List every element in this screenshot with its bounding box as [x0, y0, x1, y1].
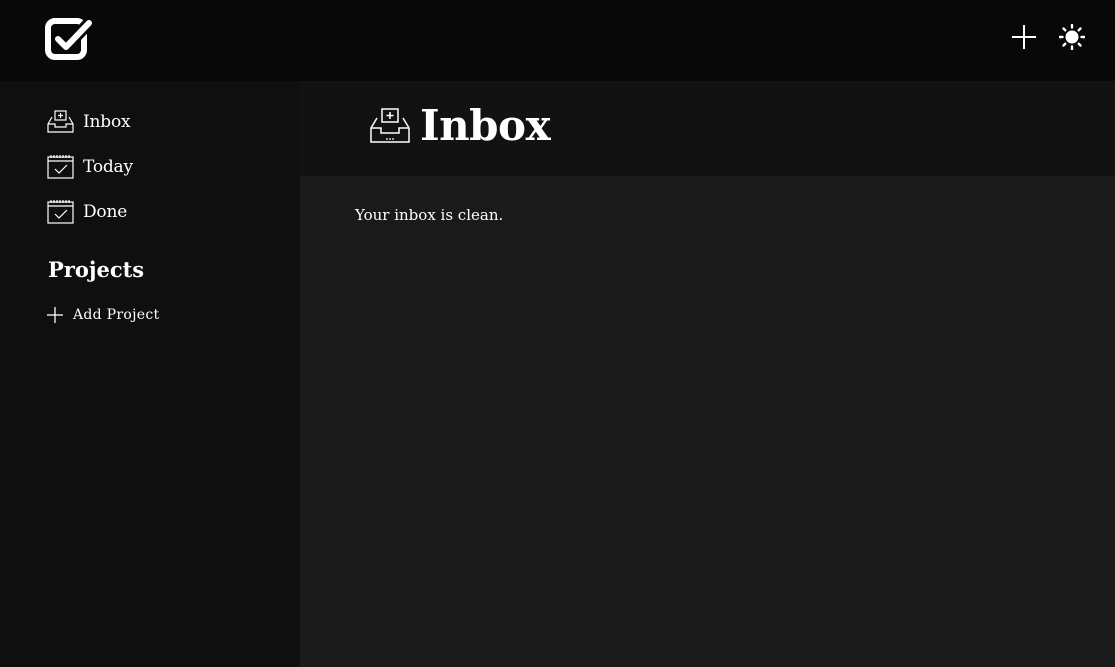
sidebar-item-inbox[interactable]: Inbox	[47, 99, 133, 144]
projects-heading: Projects	[48, 257, 145, 282]
top-bar	[0, 0, 1115, 81]
sidebar: Inbox Today Done Projects Add Project	[0, 81, 300, 667]
theme-toggle-button[interactable]	[1057, 22, 1087, 52]
add-project-label: Add Project	[73, 307, 160, 323]
checkbox-logo-icon[interactable]	[45, 17, 93, 61]
sun-icon	[1059, 24, 1085, 50]
sidebar-item-done[interactable]: Done	[47, 189, 133, 234]
plus-icon	[1011, 24, 1037, 50]
calendar-check-icon	[47, 198, 74, 225]
app-root: Inbox Today Done Projects Add Project In…	[0, 0, 1115, 667]
plus-icon	[47, 307, 63, 323]
add-project-button[interactable]: Add Project	[47, 307, 159, 323]
sidebar-item-label: Inbox	[83, 111, 131, 132]
sidebar-item-today[interactable]: Today	[47, 144, 133, 189]
inbox-icon	[47, 108, 74, 135]
empty-state-message: Your inbox is clean.	[355, 206, 504, 224]
page-title: Inbox	[420, 101, 551, 150]
page-header: Inbox	[300, 81, 1115, 176]
main-content: Inbox Your inbox is clean.	[300, 81, 1115, 667]
sidebar-nav: Inbox Today Done	[47, 99, 133, 234]
topbar-actions	[1009, 22, 1087, 52]
sidebar-item-label: Today	[83, 156, 133, 177]
sidebar-item-label: Done	[83, 201, 128, 222]
add-task-button[interactable]	[1009, 22, 1039, 52]
inbox-icon	[369, 108, 411, 146]
calendar-check-icon	[47, 153, 74, 180]
